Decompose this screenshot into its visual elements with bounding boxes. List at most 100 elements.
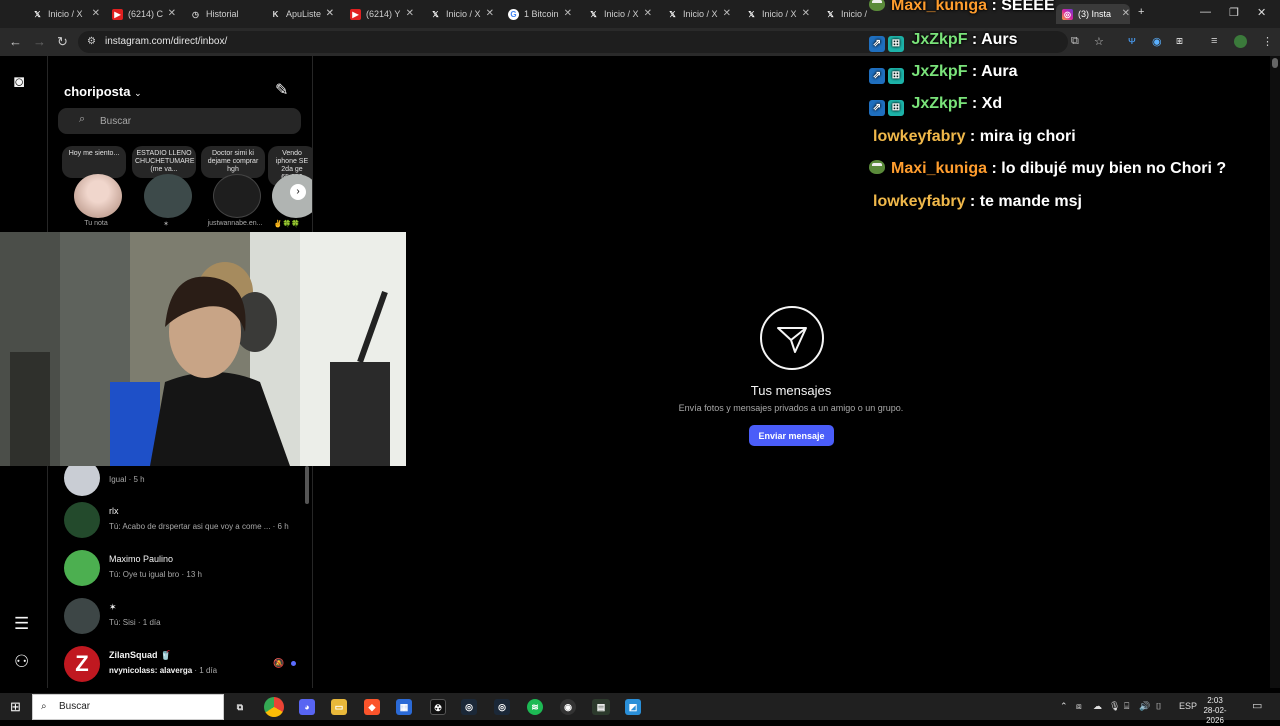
badge-icon: ⊞ bbox=[888, 68, 904, 84]
steam-icon[interactable]: ◎ bbox=[461, 699, 477, 715]
discord-icon[interactable]: ◕ bbox=[299, 699, 315, 715]
onedrive-icon[interactable]: ☁ bbox=[1093, 701, 1102, 712]
extension-icon[interactable]: ◉ bbox=[1152, 35, 1162, 48]
scrollbar-thumb[interactable] bbox=[1272, 58, 1278, 68]
threads-apps-icon[interactable]: ⚇ bbox=[14, 652, 29, 672]
volume-icon[interactable]: 🔊 bbox=[1139, 701, 1150, 712]
instagram-icon: ◎ bbox=[1062, 8, 1073, 20]
search-box[interactable]: ⌕ bbox=[58, 108, 301, 134]
avatar bbox=[74, 174, 122, 218]
conversation-row[interactable]: Maximo Paulino Tú: Oye tu igual bro · 13… bbox=[64, 550, 309, 590]
profile-avatar[interactable] bbox=[1234, 35, 1247, 48]
x-logo-icon: 𝕏 bbox=[748, 9, 755, 19]
close-tab-icon[interactable]: ✕ bbox=[92, 8, 100, 19]
reading-list-icon[interactable]: ≡ bbox=[1211, 35, 1217, 47]
account-switcher[interactable]: choriposta ⌄ bbox=[64, 84, 142, 99]
taskbar-search[interactable]: ⌕ Buscar bbox=[32, 694, 224, 720]
app-icon[interactable]: ◩ bbox=[625, 699, 641, 715]
close-tab-icon[interactable]: ✕ bbox=[644, 8, 652, 19]
chevron-right-icon[interactable]: › bbox=[290, 184, 306, 200]
conversation-name: ✶ bbox=[109, 602, 117, 612]
search-input[interactable] bbox=[100, 112, 280, 130]
tray-overflow-icon[interactable]: ⌃ bbox=[1060, 701, 1068, 712]
tab-instagram-active[interactable]: ◎ (3) Insta ✕ bbox=[1056, 4, 1130, 24]
instagram-logo-icon[interactable]: ◙ bbox=[14, 72, 24, 92]
close-tab-icon[interactable]: ✕ bbox=[1122, 8, 1130, 19]
badge-icon: ⊞ bbox=[888, 100, 904, 116]
conversation-row[interactable]: ✶ Tú: Sisi · 1 día bbox=[64, 598, 309, 638]
avatar bbox=[144, 174, 192, 218]
note-own[interactable]: Hoy me siento... Tu nota bbox=[56, 146, 126, 230]
network-icon[interactable]: ⌸ bbox=[1124, 701, 1129, 712]
url-text[interactable]: instagram.com/direct/inbox/ bbox=[105, 36, 227, 47]
muted-bell-icon: 🔕 bbox=[273, 658, 285, 668]
razer-icon[interactable]: ▤ bbox=[592, 699, 610, 715]
x-logo-icon: 𝕏 bbox=[827, 9, 834, 19]
tray-icon[interactable]: ⧈ bbox=[1076, 701, 1082, 712]
tab-2[interactable]: ▶ (6214) C ✕ bbox=[112, 4, 176, 24]
close-tab-icon[interactable]: ✕ bbox=[168, 8, 176, 19]
badge-icon: ⊞ bbox=[888, 36, 904, 52]
microphone-icon[interactable]: 🎙 bbox=[1109, 701, 1120, 712]
conversation-preview: Tú: Oye tu igual bro · 13 h bbox=[109, 570, 202, 579]
bookmark-star-icon[interactable]: ☆ bbox=[1094, 35, 1104, 48]
tab-4[interactable]: K ApuListe ✕ bbox=[270, 4, 334, 24]
tab-9[interactable]: 𝕏 Inicio / X ✕ bbox=[667, 4, 731, 24]
microsoft-store-icon[interactable]: ▦ bbox=[396, 699, 412, 715]
close-tab-icon[interactable]: ✕ bbox=[564, 8, 572, 19]
note-item[interactable]: Doctor simi ki dejame comprar hgh justwa… bbox=[195, 146, 265, 230]
close-window-icon[interactable]: ✕ bbox=[1257, 6, 1266, 19]
notifications-icon[interactable]: ▭ bbox=[1252, 699, 1262, 712]
chrome-icon[interactable] bbox=[264, 697, 284, 717]
site-info-icon[interactable]: ⚙ bbox=[87, 36, 96, 47]
install-app-icon[interactable]: ⧉ bbox=[1071, 35, 1079, 48]
steam-icon[interactable]: ◎ bbox=[494, 699, 510, 715]
page-scrollbar[interactable] bbox=[1270, 56, 1280, 688]
tab-10[interactable]: 𝕏 Inicio / X ✕ bbox=[746, 4, 810, 24]
conversation-row[interactable]: Z ZilanSquad 🥤 nvynicolass: alaverga · 1… bbox=[64, 646, 309, 686]
chat-message: ⇗ ⊞ JxZkpF : Aurs bbox=[869, 31, 1018, 52]
obs-icon[interactable]: ◉ bbox=[560, 699, 576, 715]
webcam-feed-image bbox=[0, 232, 406, 466]
new-tab-icon[interactable]: + bbox=[1138, 6, 1144, 18]
close-tab-icon[interactable]: ✕ bbox=[326, 8, 334, 19]
restore-icon[interactable]: ❐ bbox=[1229, 6, 1239, 19]
file-explorer-icon[interactable]: ▭ bbox=[331, 699, 347, 715]
avatar bbox=[64, 550, 100, 586]
chevron-down-icon: ⌄ bbox=[134, 88, 142, 98]
windows-start-icon[interactable]: ⊞ bbox=[10, 699, 21, 715]
menu-dots-icon[interactable]: ⋮ bbox=[1262, 35, 1273, 48]
forward-icon[interactable]: → bbox=[33, 34, 46, 49]
tab-5[interactable]: ▶ (6214) Y ✕ bbox=[350, 4, 414, 24]
tray-icon[interactable]: ⌷ bbox=[1156, 701, 1161, 712]
taskbar-clock[interactable]: 2:03 28-02-2026 bbox=[1196, 696, 1234, 726]
note-item[interactable]: ESTADIO LLENO CHUCHETUMARE (me va... ✶ bbox=[126, 146, 196, 230]
task-view-icon[interactable]: ⧉ bbox=[232, 699, 248, 715]
more-menu-icon[interactable]: ☰ bbox=[14, 614, 29, 634]
send-message-button[interactable]: Enviar mensaje bbox=[749, 425, 834, 446]
badge-icon: ⇗ bbox=[869, 100, 885, 116]
close-tab-icon[interactable]: ✕ bbox=[406, 8, 414, 19]
minimize-icon[interactable]: — bbox=[1200, 6, 1211, 18]
conversation-row[interactable]: Igual · 5 h bbox=[64, 460, 309, 500]
tab-1[interactable]: 𝕏 Inicio / X ✕ bbox=[32, 4, 100, 24]
conversation-row[interactable]: rlx Tú: Acabo de drspertar asi que voy a… bbox=[64, 502, 309, 542]
brave-icon[interactable]: ◆ bbox=[364, 699, 380, 715]
extensions-puzzle-icon[interactable]: ⧆ bbox=[1176, 35, 1183, 48]
back-icon[interactable]: ← bbox=[9, 34, 22, 49]
inbox-scrollbar[interactable] bbox=[305, 466, 309, 504]
close-tab-icon[interactable]: ✕ bbox=[723, 8, 731, 19]
tab-8[interactable]: 𝕏 Inicio / X ✕ bbox=[588, 4, 652, 24]
reload-icon[interactable]: ↻ bbox=[57, 34, 68, 50]
app-icon[interactable]: ☢ bbox=[430, 699, 446, 715]
x-logo-icon: 𝕏 bbox=[669, 9, 676, 19]
tab-11[interactable]: 𝕏Inicio / X bbox=[825, 4, 869, 24]
new-message-icon[interactable]: ✎ bbox=[275, 80, 288, 100]
spotify-icon[interactable]: ≋ bbox=[527, 699, 543, 715]
close-tab-icon[interactable]: ✕ bbox=[486, 8, 494, 19]
close-tab-icon[interactable]: ✕ bbox=[802, 8, 810, 19]
extension-icon[interactable]: ᴪ bbox=[1128, 35, 1136, 47]
tab-6[interactable]: 𝕏 Inicio / X ✕ bbox=[430, 4, 494, 24]
tab-7[interactable]: G1 Bitcoin ✕ bbox=[508, 4, 572, 24]
language-indicator[interactable]: ESP bbox=[1179, 701, 1197, 711]
